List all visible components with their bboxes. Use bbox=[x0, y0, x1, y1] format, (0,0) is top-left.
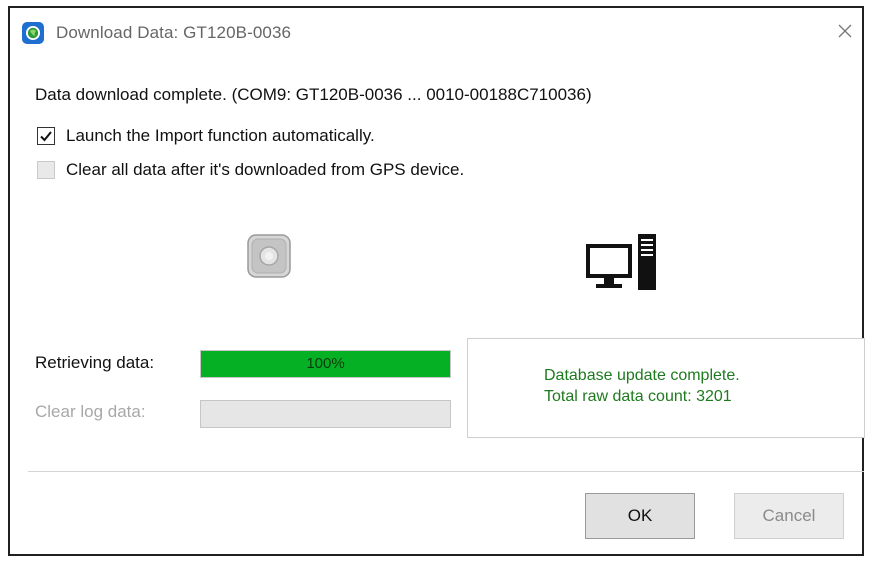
launch-import-label: Launch the Import function automatically… bbox=[66, 126, 375, 145]
cancel-button: Cancel bbox=[734, 493, 844, 539]
window-title: Download Data: GT120B-0036 bbox=[56, 23, 292, 42]
raw-data-count-text: Total raw data count: 3201 bbox=[544, 388, 732, 405]
clear-data-option: Clear all data after it's downloaded fro… bbox=[37, 159, 464, 181]
launch-import-option[interactable]: Launch the Import function automatically… bbox=[37, 125, 375, 147]
result-panel: Database update complete. Total raw data… bbox=[467, 338, 865, 438]
title-bar: Download Data: GT120B-0036 bbox=[10, 8, 862, 56]
divider bbox=[28, 471, 864, 472]
checkmark-icon bbox=[40, 131, 52, 142]
globe-logo-icon bbox=[22, 22, 44, 44]
download-status-text: Data download complete. (COM9: GT120B-00… bbox=[35, 85, 592, 104]
clear-log-label: Clear log data: bbox=[35, 402, 146, 421]
launch-import-checkbox[interactable] bbox=[37, 127, 55, 145]
close-button[interactable] bbox=[830, 16, 860, 46]
clear-data-label: Clear all data after it's downloaded fro… bbox=[66, 160, 465, 179]
download-data-dialog: Download Data: GT120B-0036 Data download… bbox=[8, 6, 865, 556]
desktop-computer-icon bbox=[586, 234, 656, 290]
database-update-text: Database update complete. bbox=[544, 367, 740, 384]
clear-data-checkbox bbox=[37, 161, 55, 179]
clear-log-progress bbox=[200, 400, 451, 428]
retrieving-data-label: Retrieving data: bbox=[35, 353, 155, 372]
gps-device-icon bbox=[247, 234, 291, 278]
progress-percent: 100% bbox=[306, 355, 345, 372]
ok-button[interactable]: OK bbox=[585, 493, 695, 539]
retrieving-data-progress: 100% bbox=[200, 350, 451, 378]
close-icon bbox=[838, 24, 852, 38]
